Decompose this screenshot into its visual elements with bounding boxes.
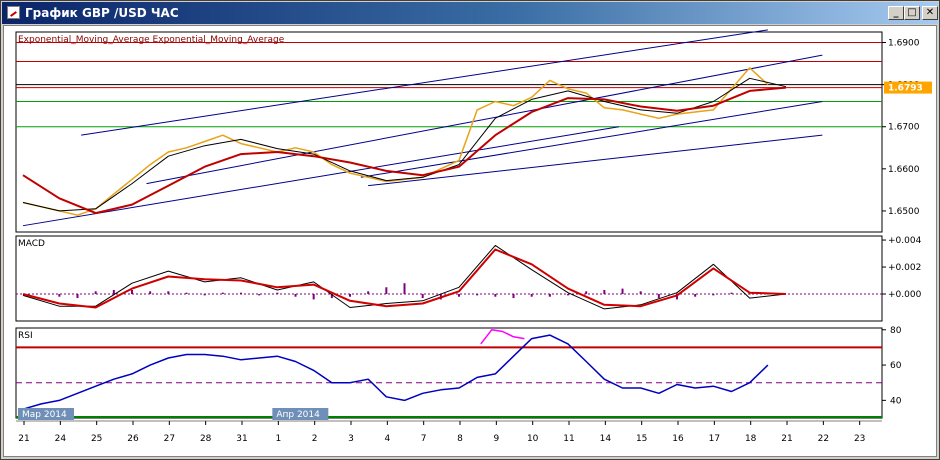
rsi-title: RSI	[18, 331, 33, 341]
macd-histogram-bar	[258, 294, 261, 296]
rsi-line	[22, 334, 769, 410]
x-axis-label: 2	[312, 434, 318, 444]
x-axis-label: 24	[55, 434, 67, 444]
x-axis-label: 22	[818, 434, 829, 444]
x-axis-label: 31	[236, 434, 247, 444]
macd-line	[22, 244, 787, 310]
macd-histogram-bar	[367, 291, 370, 295]
macd-histogram-bar	[585, 291, 588, 295]
chart-window: График GBP /USD ЧАС _ □ ✕ 1.69001.68001.…	[0, 0, 940, 460]
macd-histogram-bar	[58, 294, 61, 297]
title-bar[interactable]: График GBP /USD ЧАС _ □ ✕	[2, 2, 938, 24]
macd-histogram-bar	[294, 294, 297, 297]
x-axis-label: 14	[600, 434, 612, 444]
macd-y-tick-label: +0.002	[888, 263, 921, 273]
x-axis-label: 21	[781, 434, 792, 444]
x-axis-label: 23	[854, 434, 865, 444]
x-axis-label: 10	[527, 434, 539, 444]
chart-svg: 1.69001.68001.67001.66001.65001.6793Expo…	[15, 29, 932, 444]
x-axis-label: 9	[493, 434, 499, 444]
macd-histogram-bar	[76, 294, 79, 299]
macd-histogram-bar	[149, 291, 152, 295]
macd-title: MACD	[18, 239, 45, 249]
macd-histogram-bar	[494, 294, 497, 297]
rsi-y-tick-label: 80	[890, 326, 902, 336]
macd-histogram-bar	[349, 294, 352, 297]
x-axis-label: 25	[91, 434, 102, 444]
macd-histogram-bar	[476, 294, 479, 296]
price-y-tick-label: 1.6900	[888, 39, 920, 49]
price-trend-line	[368, 134, 823, 187]
x-axis-label: 7	[421, 434, 427, 444]
x-axis-label: 4	[384, 434, 390, 444]
close-button[interactable]: ✕	[922, 6, 938, 20]
macd-y-tick-label: +0.004	[888, 236, 922, 246]
macd-histogram-bar	[385, 287, 388, 295]
chart-app-icon	[7, 6, 20, 19]
price-trend-line	[360, 100, 823, 178]
macd-histogram-bar	[730, 292, 733, 295]
macd-histogram-bar	[621, 288, 624, 295]
x-axis-label: 18	[745, 434, 757, 444]
macd-histogram-bar	[548, 294, 551, 297]
price-trend-line	[22, 126, 619, 227]
macd-histogram-bar	[185, 292, 188, 295]
price-y-tick-label: 1.6700	[888, 123, 920, 133]
macd-histogram-bar	[94, 291, 97, 295]
macd-histogram-bar	[694, 294, 697, 297]
rsi-y-tick-label: 60	[890, 361, 902, 371]
rsi-y-tick-label: 40	[890, 396, 902, 406]
macd-histogram-bar	[657, 294, 660, 299]
maximize-button[interactable]: □	[904, 6, 920, 20]
x-axis-label: 16	[672, 434, 684, 444]
x-axis-label: 3	[348, 434, 354, 444]
ema-slow-line	[22, 86, 787, 215]
macd-histogram-bar	[203, 294, 206, 296]
macd-histogram-bar	[748, 294, 751, 295]
macd-histogram-bar	[276, 292, 279, 295]
month-marker-label: Апр 2014	[276, 410, 320, 420]
macd-histogram-bar	[167, 291, 170, 295]
ema-fast-line	[22, 77, 787, 212]
x-axis-label: 15	[636, 434, 647, 444]
macd-histogram-bar	[131, 289, 134, 295]
macd-histogram-bar	[112, 289, 115, 295]
macd-histogram-bar	[221, 292, 224, 295]
rsi-panel-frame	[15, 327, 883, 419]
macd-y-tick-label: +0.000	[888, 290, 922, 300]
x-axis-label: 17	[709, 434, 720, 444]
macd-histogram-bar	[458, 294, 461, 297]
macd-histogram-bar	[240, 292, 243, 295]
macd-histogram-bar	[603, 289, 606, 295]
macd-histogram-bar	[512, 294, 515, 299]
indicator-legend: Exponential_Moving_Average Exponential_M…	[18, 35, 285, 45]
x-axis-label: 1	[275, 434, 281, 444]
macd-histogram-bar	[421, 294, 424, 299]
price-panel-frame	[15, 31, 883, 233]
price-y-tick-label: 1.6500	[888, 207, 920, 217]
price-trend-line	[81, 29, 768, 136]
macd-histogram-bar	[403, 283, 406, 295]
x-axis-label: 26	[127, 434, 139, 444]
x-axis-label: 11	[563, 434, 574, 444]
minimize-button[interactable]: _	[888, 6, 904, 20]
price-trend-line	[146, 54, 823, 185]
month-marker-label: Мар 2014	[22, 410, 67, 420]
rsi-overbought-segment	[480, 329, 525, 345]
x-axis-label: 8	[457, 434, 463, 444]
x-axis-label: 21	[18, 434, 29, 444]
x-axis-label: 27	[164, 434, 175, 444]
current-price-label: 1.6793	[888, 84, 923, 94]
x-axis-label: 28	[200, 434, 212, 444]
price-y-tick-label: 1.6600	[888, 165, 920, 175]
macd-histogram-bar	[639, 291, 642, 295]
price-series-line	[22, 67, 769, 216]
window-title: График GBP /USD ЧАС	[25, 6, 179, 20]
macd-histogram-bar	[712, 294, 715, 296]
macd-histogram-bar	[567, 294, 570, 296]
macd-signal-line	[22, 248, 787, 309]
macd-histogram-bar	[312, 294, 315, 300]
macd-histogram-bar	[530, 294, 533, 297]
chart-area[interactable]: 1.69001.68001.67001.66001.65001.6793Expo…	[3, 25, 937, 457]
